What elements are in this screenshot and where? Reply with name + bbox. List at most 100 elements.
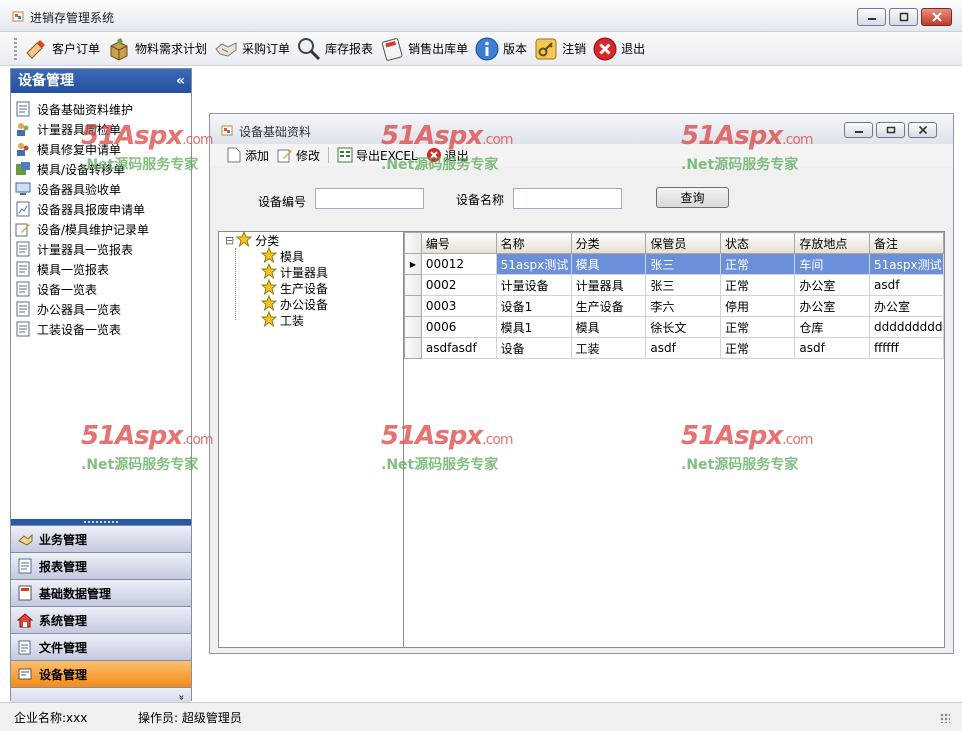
- sidebar-item[interactable]: 设备/模具维护记录单: [15, 219, 191, 239]
- row-header[interactable]: [404, 274, 422, 296]
- equipment-code-label: 设备编号: [258, 195, 307, 209]
- table-cell[interactable]: 51aspx测试: [868, 253, 945, 275]
- toolbar-material-plan-button[interactable]: 物料需求计划: [106, 34, 207, 64]
- column-header[interactable]: 保管员: [645, 232, 721, 254]
- table-cell[interactable]: 51aspx测试: [495, 253, 572, 275]
- table-cell[interactable]: ddddddddd: [868, 316, 945, 338]
- exit-button[interactable]: 退出: [426, 147, 469, 164]
- collapse-icon[interactable]: «: [176, 69, 185, 93]
- sidebar-item[interactable]: 模具修复申请单: [15, 139, 191, 159]
- sidebar-group-system[interactable]: 系统管理: [11, 606, 191, 633]
- table-cell[interactable]: 停用: [719, 295, 796, 317]
- table-cell[interactable]: 生产设备: [570, 295, 647, 317]
- query-button[interactable]: 查询: [656, 187, 729, 208]
- table-cell[interactable]: 计量设备: [495, 274, 572, 296]
- toolbar-version-button[interactable]: 版本: [474, 34, 527, 64]
- sidebar-item[interactable]: 设备一览表: [15, 279, 191, 299]
- export-excel-button[interactable]: 导出EXCEL: [337, 147, 418, 164]
- toolbar-grip[interactable]: [14, 37, 17, 60]
- table-cell[interactable]: 00012: [420, 253, 497, 275]
- table-cell[interactable]: 设备1: [495, 295, 572, 317]
- table-row[interactable]: 0006 模具1 模具 徐长文 正常 仓库 ddddddddd: [404, 316, 945, 338]
- close-icon: [592, 36, 618, 62]
- row-header[interactable]: [404, 295, 422, 317]
- table-cell[interactable]: 办公室: [794, 295, 870, 317]
- sidebar-group-business[interactable]: 业务管理: [11, 525, 191, 552]
- table-cell[interactable]: 正常: [719, 316, 796, 338]
- sidebar-group-reports[interactable]: 报表管理: [11, 552, 191, 579]
- column-header[interactable]: 备注: [868, 232, 945, 254]
- toolbar-sales-outbound-button[interactable]: 销售出库单: [379, 34, 468, 64]
- resize-grip-icon[interactable]: [940, 713, 950, 723]
- table-cell[interactable]: 办公室: [794, 274, 870, 296]
- sidebar-item[interactable]: 计量器具一览报表: [15, 239, 191, 259]
- child-restore-button[interactable]: [876, 122, 905, 138]
- equipment-code-input[interactable]: [315, 188, 424, 209]
- table-cell[interactable]: 模具: [570, 253, 647, 275]
- table-cell[interactable]: 模具: [570, 316, 647, 338]
- column-header[interactable]: 分类: [570, 232, 647, 254]
- table-cell[interactable]: 计量器具: [570, 274, 647, 296]
- child-minimize-button[interactable]: [844, 122, 873, 138]
- table-cell[interactable]: 0006: [420, 316, 497, 338]
- close-button[interactable]: [921, 8, 952, 26]
- table-cell[interactable]: asdf: [868, 274, 945, 296]
- table-row[interactable]: 0002 计量设备 计量器具 张三 正常 办公室 asdf: [404, 274, 945, 296]
- row-header[interactable]: [404, 316, 422, 338]
- calculator-icon: [379, 36, 405, 62]
- add-button[interactable]: 添加: [226, 147, 269, 164]
- sidebar-item-label: 计量器具一览报表: [37, 242, 134, 257]
- table-cell[interactable]: 0003: [420, 295, 497, 317]
- sidebar-item[interactable]: 模具/设备转移单: [15, 159, 191, 179]
- table-cell[interactable]: 办公室: [868, 295, 945, 317]
- collapse-toggle-icon[interactable]: ⊟: [225, 234, 234, 247]
- table-cell[interactable]: 正常: [719, 274, 796, 296]
- table-row[interactable]: asdfasdf 设备 工装 asdf 正常 asdf ffffff: [404, 337, 945, 359]
- row-header[interactable]: [404, 337, 422, 359]
- table-cell[interactable]: 模具1: [495, 316, 572, 338]
- table-cell[interactable]: 正常: [719, 253, 796, 275]
- table-cell[interactable]: 正常: [719, 337, 796, 359]
- sidebar-group-equipment[interactable]: 设备管理: [11, 660, 191, 687]
- sidebar-item[interactable]: 设备器具验收单: [15, 179, 191, 199]
- toolbar-purchase-order-button[interactable]: 采购订单: [213, 34, 290, 64]
- sidebar-item[interactable]: 计量器具周检单: [15, 119, 191, 139]
- table-cell[interactable]: asdf: [645, 337, 721, 359]
- toolbar-inventory-report-button[interactable]: 库存报表: [296, 34, 373, 64]
- sidebar-item[interactable]: 设备器具报废申请单: [15, 199, 191, 219]
- table-row[interactable]: ▶ 00012 51aspx测试 模具 张三 正常 车间 51aspx测试: [404, 253, 945, 275]
- table-cell[interactable]: 徐长文: [645, 316, 721, 338]
- child-close-button[interactable]: [908, 122, 937, 138]
- table-cell[interactable]: 仓库: [794, 316, 870, 338]
- table-row[interactable]: 0003 设备1 生产设备 李六 停用 办公室 办公室: [404, 295, 945, 317]
- column-header[interactable]: 状态: [719, 232, 796, 254]
- table-cell[interactable]: asdfasdf: [420, 337, 497, 359]
- table-cell[interactable]: 张三: [645, 253, 721, 275]
- sidebar-item[interactable]: 办公器具一览表: [15, 299, 191, 319]
- maximize-button[interactable]: [889, 8, 918, 26]
- sidebar-group-files[interactable]: 文件管理: [11, 633, 191, 660]
- toolbar-logout-button[interactable]: 注销: [533, 34, 586, 64]
- tree-node[interactable]: 工装: [260, 310, 304, 328]
- sidebar-item[interactable]: 设备基础资料维护: [15, 99, 191, 119]
- sidebar-item[interactable]: 模具一览报表: [15, 259, 191, 279]
- column-header[interactable]: 名称: [495, 232, 572, 254]
- minimize-button[interactable]: [857, 8, 886, 26]
- sidebar-item[interactable]: 工装设备一览表: [15, 319, 191, 339]
- edit-button[interactable]: 修改: [277, 147, 320, 164]
- column-header[interactable]: 存放地点: [794, 232, 870, 254]
- table-cell[interactable]: 工装: [570, 337, 647, 359]
- table-cell[interactable]: 0002: [420, 274, 497, 296]
- table-cell[interactable]: 李六: [645, 295, 721, 317]
- table-cell[interactable]: 张三: [645, 274, 721, 296]
- table-cell[interactable]: 设备: [495, 337, 572, 359]
- toolbar-exit-button[interactable]: 退出: [592, 34, 645, 64]
- column-header[interactable]: 编号: [420, 232, 497, 254]
- chevron-double-down-icon[interactable]: »: [175, 694, 186, 700]
- table-cell[interactable]: asdf: [794, 337, 870, 359]
- toolbar-customer-order-button[interactable]: 客户订单: [23, 34, 100, 64]
- table-cell[interactable]: ffffff: [868, 337, 945, 359]
- equipment-name-input[interactable]: [513, 188, 622, 209]
- sidebar-group-basic-data[interactable]: 基础数据管理: [11, 579, 191, 606]
- table-cell[interactable]: 车间: [794, 253, 870, 275]
